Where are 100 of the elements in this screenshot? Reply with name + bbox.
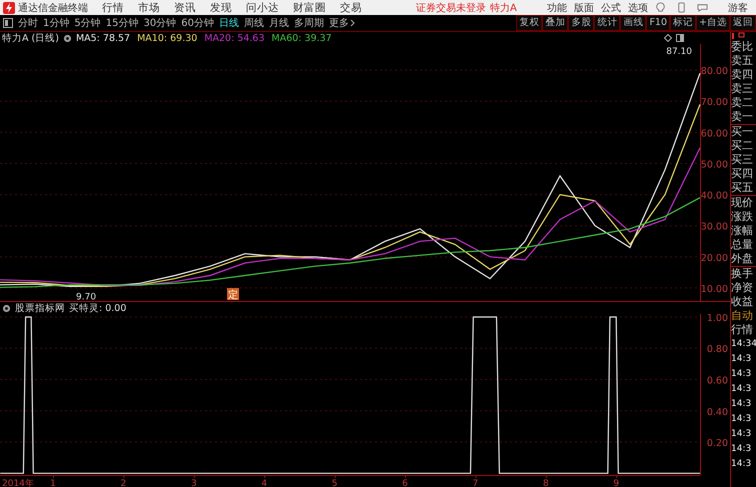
settings-icon[interactable] — [2, 304, 11, 312]
period-tab[interactable]: 月线 — [268, 16, 289, 30]
axis-label: 1 — [50, 479, 56, 487]
ma-reading: MA5: 78.57 — [76, 32, 130, 44]
quote-label: 卖三 — [731, 82, 754, 96]
tool-button[interactable]: 标记 — [670, 15, 696, 31]
app-title: 通达信金融终端 — [18, 2, 88, 14]
year-label: 2014年 — [2, 479, 34, 487]
trade-time: 14:3 — [731, 458, 752, 471]
quote-label: 买四 — [731, 167, 754, 181]
trade-time: 14:3 — [731, 398, 752, 411]
quote-label: 买三 — [731, 153, 754, 167]
axis-label: 5 — [332, 479, 338, 487]
axis-label: 10.00 — [700, 284, 728, 295]
login-status: 证券交易未登录 — [416, 2, 486, 14]
quote-label: 买一 — [731, 125, 754, 139]
menu-item[interactable]: 功能 — [546, 0, 567, 14]
mode-label[interactable]: 自动 — [731, 309, 756, 323]
axis-label: 6 — [402, 479, 408, 487]
period-tab[interactable]: 15分钟 — [106, 16, 138, 30]
trade-time: 14:3 — [731, 443, 752, 456]
menu-item[interactable]: 财富圈 — [293, 0, 326, 14]
quote-label: 委比 — [731, 40, 754, 54]
menu-item[interactable]: 选项 — [628, 0, 648, 14]
stock-name: 特力A — [490, 2, 517, 14]
quote-label: 买五 — [731, 181, 756, 196]
indicator-reading: 买特灵: 0.00 — [69, 302, 126, 314]
quote-label: 涨跌 — [731, 210, 754, 224]
trade-time: 14:3 — [731, 383, 752, 396]
period-tab[interactable]: 分时 — [18, 16, 38, 30]
panel-toggle-icon[interactable] — [3, 18, 13, 28]
menu-item[interactable]: 版面 — [574, 0, 594, 14]
menu-item[interactable]: 公式 — [600, 0, 621, 14]
chat-icon[interactable] — [696, 2, 708, 13]
axis-label: 70.00 — [700, 97, 728, 108]
tool-button[interactable]: 多股 — [568, 15, 594, 31]
quote-label: 卖一 — [731, 110, 756, 125]
diamond-icon[interactable] — [664, 34, 672, 42]
window-icon[interactable] — [676, 34, 684, 42]
ma-reading: MA20: 54.63 — [204, 32, 265, 44]
menu-item[interactable]: 资讯 — [174, 0, 196, 14]
trade-time: 14:3 — [731, 353, 752, 366]
axis-label: 9 — [613, 479, 620, 487]
menu-item[interactable]: 行情 — [102, 0, 124, 14]
tool-button[interactable]: F10 — [646, 15, 670, 31]
period-tab[interactable]: 5分钟 — [74, 16, 101, 30]
axis-label: 1.00 — [706, 314, 728, 324]
tool-button[interactable]: 复权 — [516, 15, 542, 31]
axis-label: 30.00 — [700, 222, 728, 233]
trade-time: 14:34 — [731, 338, 756, 351]
quote-label: 卖二 — [731, 96, 754, 110]
ma-reading: MA60: 39.37 — [272, 32, 332, 44]
quote-label: 卖四 — [731, 68, 754, 82]
tool-button[interactable]: 统计 — [594, 15, 620, 31]
level-badge-icon[interactable] — [731, 32, 747, 40]
app-logo-icon — [3, 2, 15, 14]
quote-label: 现价 — [731, 196, 754, 210]
menu-item[interactable]: 发现 — [210, 0, 232, 14]
chevron-icon — [350, 19, 355, 27]
tool-button[interactable]: +自选 — [696, 15, 730, 31]
axis-label: 50.00 — [700, 159, 728, 170]
axis-label: 2 — [120, 479, 126, 487]
axis-label: 7 — [472, 479, 478, 487]
axis-label: 0.20 — [706, 438, 728, 450]
section-label: 行情 — [731, 323, 754, 337]
period-tab[interactable]: 60分钟 — [181, 16, 214, 30]
period-tab[interactable]: 日线 — [218, 16, 239, 30]
axis-label: 3 — [190, 479, 197, 487]
axis-label: 40.00 — [700, 190, 728, 202]
quote-label: 买二 — [731, 139, 754, 153]
axis-label: 0.80 — [706, 344, 728, 356]
marker-badge: 定 — [227, 288, 239, 301]
ma-reading: MA10: 69.30 — [137, 32, 198, 44]
indicator-name: 股票指标网 — [15, 302, 65, 314]
axis-label: 20.00 — [700, 252, 728, 264]
menu-item[interactable]: 问小达 — [246, 0, 279, 14]
period-tab[interactable]: 多周期 — [294, 16, 324, 30]
tool-button[interactable]: 画线 — [620, 15, 646, 31]
menu-item[interactable]: 交易 — [340, 0, 362, 14]
quote-label: 外盘 — [731, 252, 756, 267]
axis-label: 80.00 — [700, 66, 728, 78]
axis-label: 60.00 — [700, 128, 728, 140]
tool-button[interactable]: 叠加 — [542, 15, 568, 31]
phone-icon[interactable] — [676, 2, 687, 13]
menu-item[interactable]: 市场 — [138, 0, 160, 14]
axis-label: 0.60 — [706, 376, 728, 386]
axis-label: 4 — [261, 479, 268, 487]
period-tab[interactable]: 30分钟 — [143, 16, 176, 30]
quote-label: 净资 — [731, 281, 754, 295]
tool-button[interactable]: 返回 — [730, 15, 756, 31]
user-name[interactable]: 游客 — [728, 0, 748, 14]
quote-label: 换手 — [731, 267, 754, 281]
axis-label: 0.40 — [706, 406, 728, 418]
quote-label: 涨幅 — [731, 224, 754, 238]
period-tab[interactable]: 周线 — [244, 16, 264, 30]
period-tab[interactable]: 更多 — [328, 16, 355, 30]
trade-time: 14:3 — [731, 368, 752, 381]
period-tab[interactable]: 1分钟 — [43, 16, 70, 30]
bulb-icon[interactable] — [654, 2, 666, 13]
settings-icon[interactable] — [62, 34, 72, 42]
